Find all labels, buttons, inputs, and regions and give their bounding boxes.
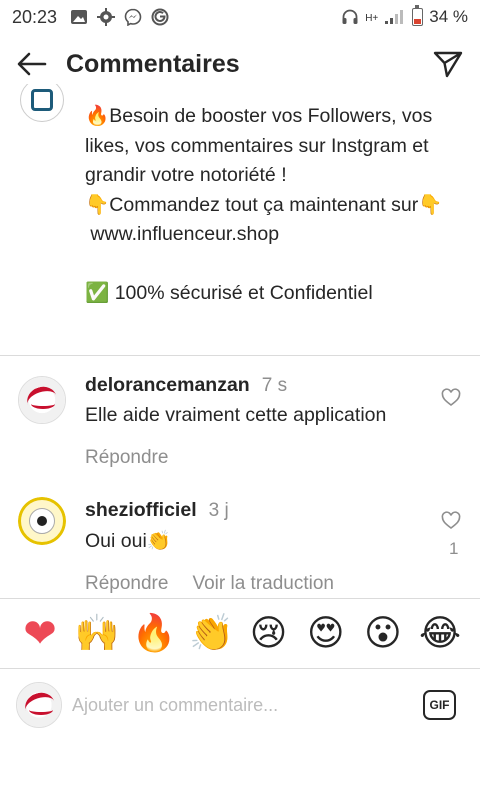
share-button[interactable]	[432, 48, 464, 80]
messenger-icon	[124, 8, 142, 26]
commenter-avatar[interactable]	[18, 376, 66, 424]
signal-icon	[385, 10, 404, 24]
g-icon	[151, 8, 169, 26]
reply-button[interactable]: Répondre	[85, 573, 168, 595]
like-heart-icon[interactable]	[441, 511, 461, 531]
ball-avatar-icon	[17, 683, 61, 727]
gallery-icon	[71, 10, 88, 24]
post-caption: 🔥Besoin de booster vos Followers, vos li…	[0, 84, 480, 356]
profile-logo-icon	[31, 89, 53, 111]
emoji-fire[interactable]: 🔥	[130, 615, 178, 652]
emoji-heart[interactable]: ❤	[16, 614, 64, 654]
comment-text: Oui oui👏	[85, 530, 172, 552]
my-avatar	[16, 682, 62, 728]
reply-button[interactable]: Répondre	[85, 447, 168, 469]
emoji-crying[interactable]: 😢	[245, 615, 293, 652]
ball-avatar-icon	[19, 377, 65, 423]
battery-percent: 34 %	[429, 7, 468, 26]
shezi-avatar-icon	[18, 497, 66, 545]
caption-avatar[interactable]	[20, 84, 64, 122]
comment-time: 7 s	[261, 375, 288, 396]
emoji-heart-eyes[interactable]: 😍	[302, 615, 350, 652]
emoji-laughing[interactable]: 😂	[416, 615, 464, 652]
status-bar: 20:23 H+ 34 %	[0, 0, 480, 34]
comment-text: Elle aide vraiment cette application	[85, 404, 387, 426]
settings-icon	[97, 8, 116, 26]
emoji-bar: ❤ 🙌 🔥 👏 😢 😍 😮 😂	[0, 598, 480, 669]
commenter-avatar[interactable]	[18, 497, 66, 545]
arrow-left-icon	[17, 52, 47, 76]
emoji-clapping[interactable]: 👏	[187, 615, 235, 652]
gif-button[interactable]: GIF	[423, 690, 456, 720]
send-icon	[433, 51, 463, 78]
back-button[interactable]	[16, 48, 48, 80]
status-time: 20:23	[12, 6, 58, 27]
comment-composer: GIF	[0, 670, 480, 740]
comment-input[interactable]	[72, 694, 423, 716]
page-title: Commentaires	[66, 49, 240, 78]
battery-icon	[412, 5, 424, 26]
translate-button[interactable]: Voir la traduction	[192, 573, 334, 595]
like-heart-icon[interactable]	[441, 388, 461, 408]
comment-time: 3 j	[208, 500, 229, 521]
comment-username[interactable]: delorancemanzan	[85, 374, 250, 397]
headphones-icon	[342, 9, 358, 24]
comment-username[interactable]: sheziofficiel	[85, 499, 197, 522]
network-type: H+	[365, 13, 379, 24]
emoji-raising-hands[interactable]: 🙌	[73, 615, 121, 652]
like-count: 1	[449, 539, 459, 558]
emoji-surprised[interactable]: 😮	[359, 615, 407, 652]
caption-text: 🔥Besoin de booster vos Followers, vos li…	[85, 105, 443, 304]
